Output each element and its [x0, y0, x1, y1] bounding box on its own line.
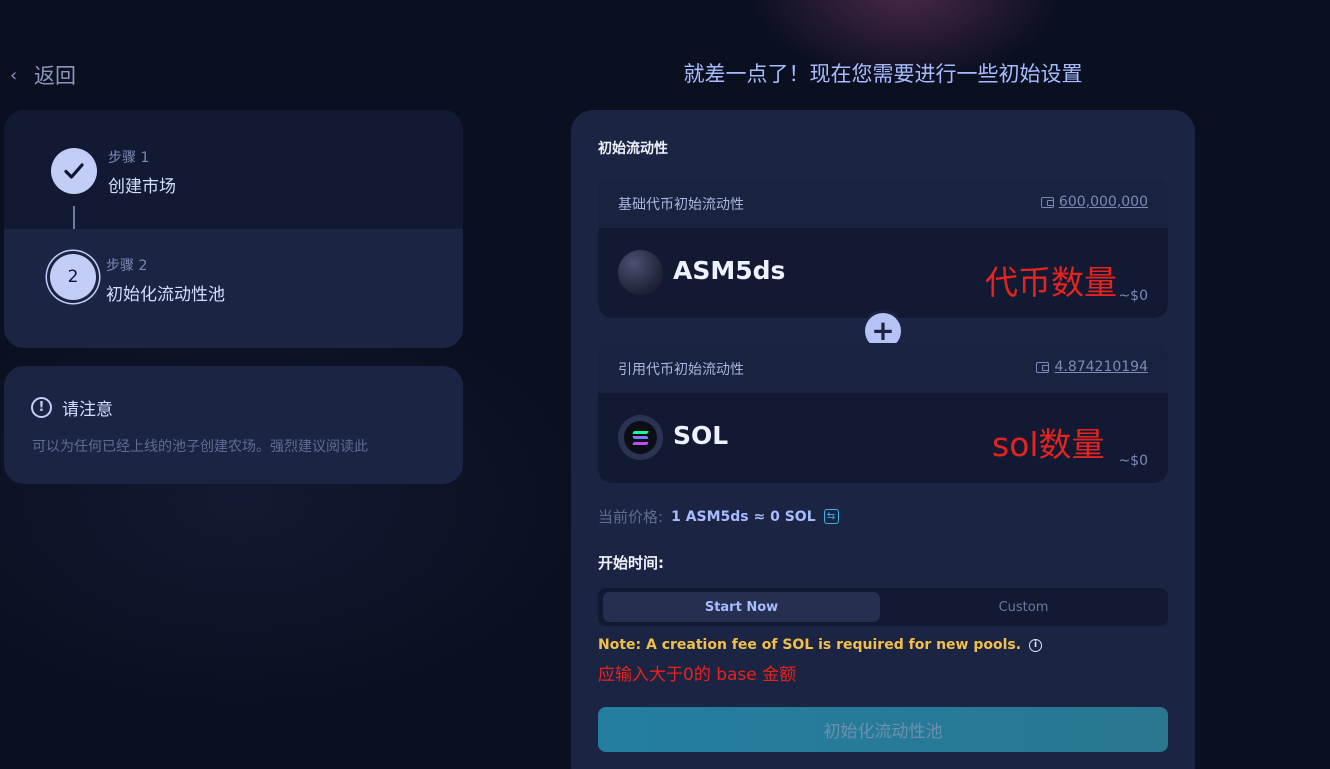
quote-token-symbol[interactable]: SOL	[673, 421, 728, 450]
wallet-icon	[1036, 361, 1050, 373]
section-label: 初始流动性	[598, 141, 668, 157]
info-icon[interactable]: i	[1029, 638, 1043, 652]
start-time-toggle: Start Now Custom	[598, 588, 1168, 626]
step-1-kicker: 步骤 1	[108, 150, 150, 166]
quote-usd-value: ~$0	[1118, 453, 1148, 469]
base-usd-value: ~$0	[1118, 288, 1148, 304]
notice-card: ! 请注意 可以为任何已经上线的池子创建农场。强烈建议阅读此	[4, 366, 463, 484]
notice-body: 可以为任何已经上线的池子创建农场。强烈建议阅读此	[32, 439, 368, 455]
step-2-number-badge: 2	[50, 254, 96, 300]
chevron-left-icon: ‹	[10, 64, 18, 86]
base-amount-annotation: 代币数量	[985, 263, 1117, 302]
start-time-label: 开始时间:	[598, 554, 664, 572]
swap-icon[interactable]: ⇆	[823, 509, 839, 524]
step-1: 步骤 1 创建市场	[4, 110, 463, 250]
current-price-row: 当前价格: 1 ASM5ds ≈ 0 SOL ⇆	[598, 506, 839, 527]
initialize-pool-button[interactable]: 初始化流动性池	[598, 707, 1168, 752]
liquidity-card: 初始流动性 基础代币初始流动性 600,000,000 ASM5ds 代币数量 …	[571, 110, 1195, 769]
back-link[interactable]: ‹ 返回	[10, 60, 76, 90]
fee-note-text: Note: A creation fee of SOL is required …	[598, 637, 1022, 653]
steps-card: 步骤 1 创建市场 2 步骤 2 初始化流动性池	[4, 110, 463, 348]
quote-balance-value: 4.874210194	[1054, 359, 1148, 375]
base-token-panel: 基础代币初始流动性 600,000,000 ASM5ds 代币数量 ~$0	[598, 178, 1168, 318]
base-token-symbol[interactable]: ASM5ds	[673, 256, 785, 285]
notice-header: ! 请注意	[31, 395, 113, 420]
base-token-label: 基础代币初始流动性	[618, 197, 744, 213]
creation-fee-note: Note: A creation fee of SOL is required …	[598, 637, 1043, 653]
base-token-input-row[interactable]: ASM5ds 代币数量 ~$0	[598, 228, 1168, 318]
step-1-title: 创建市场	[108, 177, 176, 197]
error-message: 应输入大于0的 base 金额	[598, 665, 797, 685]
exclamation-icon: !	[31, 397, 52, 418]
start-now-option[interactable]: Start Now	[603, 592, 880, 622]
quote-token-label: 引用代币初始流动性	[618, 362, 744, 378]
wallet-icon	[1040, 196, 1054, 208]
price-value: 1 ASM5ds ≈ 0 SOL	[671, 508, 816, 525]
base-token-header: 基础代币初始流动性 600,000,000	[598, 178, 1168, 228]
quote-token-input-row[interactable]: SOL sol数量 ~$0	[598, 393, 1168, 483]
quote-balance[interactable]: 4.874210194	[1036, 359, 1148, 375]
step-2-kicker: 步骤 2	[106, 258, 148, 274]
price-label: 当前价格:	[598, 508, 664, 526]
step-2-title: 初始化流动性池	[106, 285, 225, 305]
notice-title: 请注意	[62, 400, 113, 420]
sol-token-icon	[618, 415, 663, 460]
page-heading: 就差一点了！现在您需要进行一些初始设置	[683, 62, 1083, 86]
quote-token-header: 引用代币初始流动性 4.874210194	[598, 343, 1168, 393]
quote-token-panel: 引用代币初始流动性 4.874210194 SOL sol数量 ~$0	[598, 343, 1168, 483]
custom-option[interactable]: Custom	[885, 592, 1162, 622]
base-balance[interactable]: 600,000,000	[1040, 194, 1148, 210]
back-label: 返回	[34, 64, 76, 88]
step-2: 2 步骤 2 初始化流动性池	[4, 229, 463, 348]
base-balance-value: 600,000,000	[1058, 194, 1148, 210]
quote-amount-annotation: sol数量	[992, 425, 1105, 464]
checkmark-icon	[51, 148, 97, 194]
asm-token-icon	[618, 250, 663, 295]
